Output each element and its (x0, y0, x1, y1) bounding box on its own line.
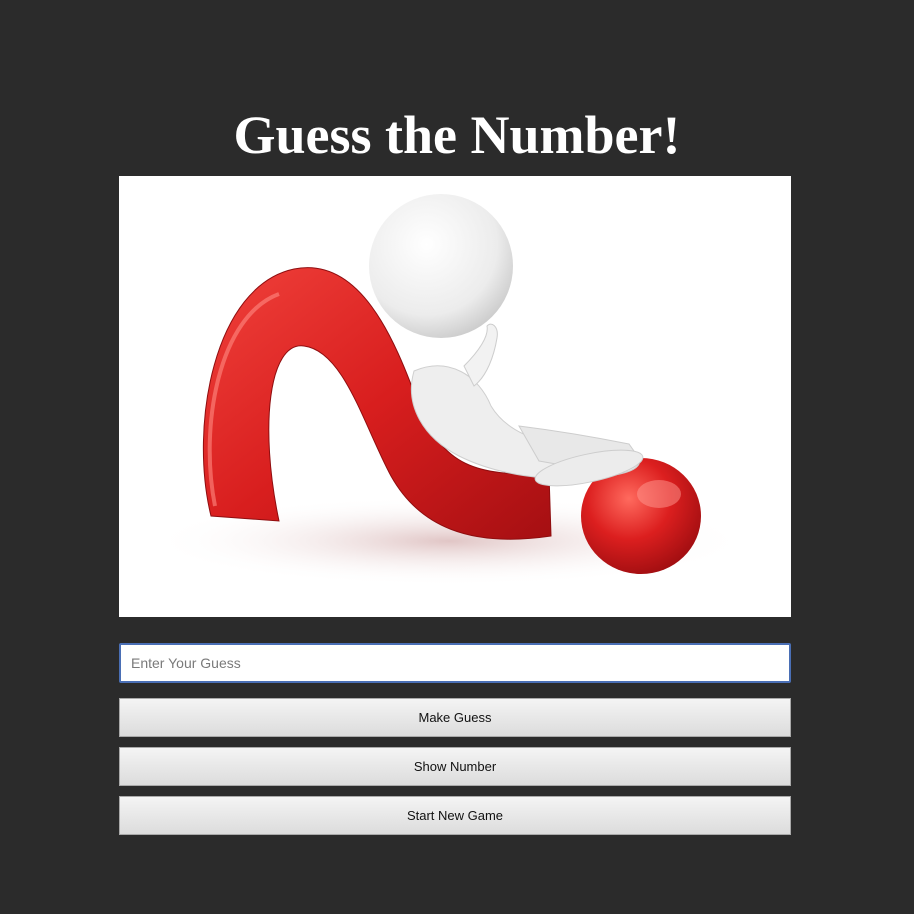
show-number-button[interactable]: Show Number (119, 747, 791, 786)
page-title: Guess the Number! (233, 105, 681, 165)
question-mark-illustration (119, 176, 791, 617)
start-new-game-button[interactable]: Start New Game (119, 796, 791, 835)
guess-input[interactable] (119, 643, 791, 683)
make-guess-button[interactable]: Make Guess (119, 698, 791, 737)
